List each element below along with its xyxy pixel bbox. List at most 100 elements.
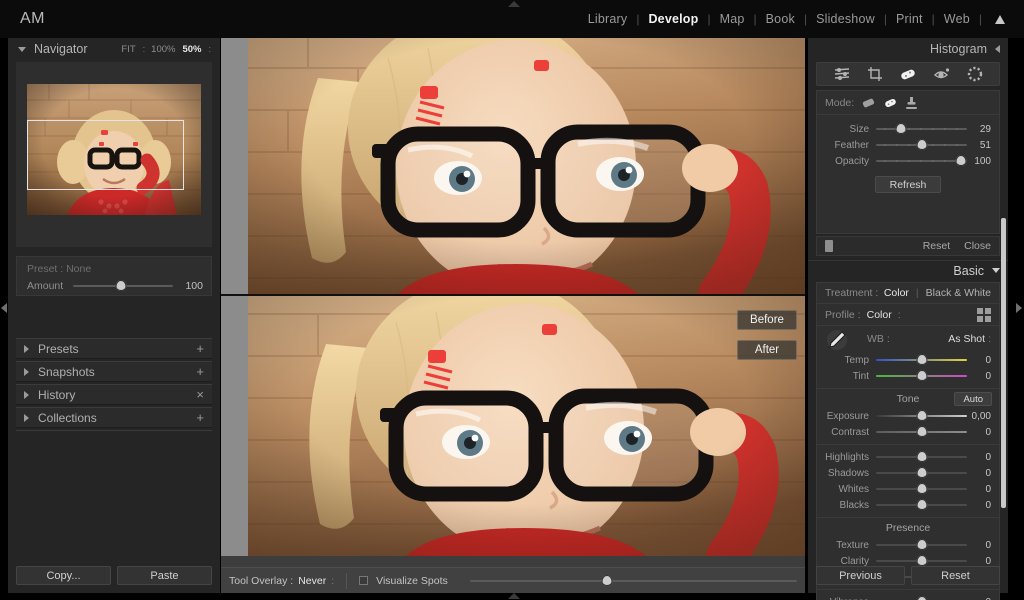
treatment-color-option[interactable]: Color [884,287,909,299]
sidebar-item-collections[interactable]: Collections + [16,407,212,428]
slider-knob[interactable] [916,139,927,150]
red-eye-correction-icon[interactable] [933,67,951,82]
visualize-spots-checkbox[interactable] [359,576,369,585]
after-preview-pane[interactable] [221,296,805,556]
slider-knob[interactable] [895,123,907,134]
zoom-50-option[interactable]: 50% [182,44,201,55]
slider-knob[interactable] [115,280,127,291]
identity-plate[interactable]: AM [20,10,45,28]
right-panel-collapse-arrow[interactable] [1016,303,1022,313]
reset-button[interactable]: Reset [911,566,1000,585]
before-preview-pane[interactable] [221,38,805,294]
sidebar-item-snapshots[interactable]: Snapshots + [16,361,212,382]
slider-knob[interactable] [916,539,927,550]
treatment-bw-option[interactable]: Black & White [926,287,991,299]
exposure-slider[interactable] [876,409,967,423]
triangle-left-icon[interactable] [995,45,1000,53]
shadows-slider[interactable] [876,466,967,480]
navigator-header[interactable]: Navigator FIT : 100% 50% : [8,38,220,60]
module-book[interactable]: Book [757,12,804,26]
crop-overlay-icon[interactable] [867,66,883,82]
clear-history-icon[interactable]: × [196,388,204,401]
profile-value[interactable]: Color [867,309,892,321]
left-panel-collapse-arrow[interactable] [1,303,7,313]
after-label[interactable]: After [737,340,797,360]
slider-knob[interactable] [916,370,927,381]
before-label[interactable]: Before [737,310,797,330]
profile-browser-icon[interactable] [977,307,991,322]
slider-knob[interactable] [916,499,927,510]
module-library[interactable]: Library [579,12,637,26]
zoom-fit-menu-icon[interactable]: : [143,44,145,54]
blacks-slider[interactable] [876,498,967,512]
previous-button[interactable]: Previous [816,566,905,585]
slider-knob[interactable] [916,451,927,462]
basic-panel-header[interactable]: Basic [808,260,1008,280]
triangle-down-icon[interactable] [18,46,26,52]
tool-overlay-group[interactable]: Tool Overlay : Never : [229,575,334,587]
zoom-100-option[interactable]: 100% [151,44,175,55]
copy-button[interactable]: Copy... [16,566,111,585]
opacity-slider[interactable] [876,154,967,168]
basic-adjustments-icon[interactable] [833,66,851,82]
visualize-spots-slider[interactable] [469,574,797,588]
zoom-fit-option[interactable]: FIT [121,44,135,55]
module-map[interactable]: Map [711,12,754,26]
triangle-down-icon[interactable] [992,268,1000,273]
add-preset-icon[interactable]: + [196,342,204,355]
add-collection-icon[interactable]: + [196,411,204,424]
slider-knob[interactable] [916,354,927,365]
histogram-header[interactable]: Histogram [808,38,1008,60]
tint-slider[interactable] [876,369,967,383]
module-web[interactable]: Web [935,12,979,26]
highlights-slider[interactable] [876,450,967,464]
sidebar-item-history[interactable]: History × [16,384,212,405]
module-slideshow[interactable]: Slideshow [807,12,884,26]
whites-slider[interactable] [876,482,967,496]
zoom-level-menu-icon[interactable]: : [208,44,210,54]
slider-knob[interactable] [916,467,927,478]
preset-amount-slider[interactable] [73,279,173,293]
size-slider[interactable] [876,122,967,136]
eraser-icon[interactable] [861,96,876,109]
slider-knob[interactable] [916,596,927,600]
vibrance-slider[interactable] [876,595,967,600]
spot-removal-icon[interactable] [899,66,917,82]
wb-menu-icon[interactable]: : [988,333,991,345]
filmstrip-collapse-arrow[interactable] [508,593,520,599]
auto-tone-button[interactable]: Auto [954,392,992,406]
navigator-preview[interactable] [16,62,212,247]
sidebar-item-presets[interactable]: Presets + [16,338,212,359]
heal-bandage-icon[interactable] [883,96,898,109]
cloud-sync-icon[interactable] [992,13,1008,25]
temp-slider[interactable] [876,353,967,367]
paste-button[interactable]: Paste [117,566,212,585]
wb-value[interactable]: As Shot [948,333,985,345]
navigator-view-rectangle[interactable] [27,120,184,190]
white-balance-selector-icon[interactable] [825,329,849,351]
panel-switch-icon[interactable] [825,240,833,252]
profile-menu-icon[interactable]: : [898,309,901,321]
slider-knob[interactable] [955,155,967,166]
feather-slider[interactable] [876,138,967,152]
clone-stamp-icon[interactable] [905,96,918,110]
spot-close-button[interactable]: Close [964,240,991,252]
texture-slider[interactable] [876,538,967,552]
spot-reset-button[interactable]: Reset [923,240,950,252]
tool-overlay-menu-icon[interactable]: : [331,575,334,587]
module-print[interactable]: Print [887,12,932,26]
slider-knob[interactable] [916,410,927,421]
masking-icon[interactable] [967,66,983,82]
tool-overlay-value[interactable]: Never [298,575,326,587]
add-snapshot-icon[interactable]: + [196,365,204,378]
module-develop[interactable]: Develop [639,12,707,26]
slider-knob[interactable] [916,426,927,437]
right-panel-scrollbar[interactable] [1001,218,1006,508]
refresh-button[interactable]: Refresh [874,176,942,193]
top-panel-collapse-arrow[interactable] [508,1,520,7]
slider-knob[interactable] [916,483,927,494]
contrast-slider[interactable] [876,425,967,439]
slider-knob[interactable] [916,555,927,566]
slider-knob[interactable] [601,574,613,586]
visualize-spots-group[interactable]: Visualize Spots [359,575,448,587]
